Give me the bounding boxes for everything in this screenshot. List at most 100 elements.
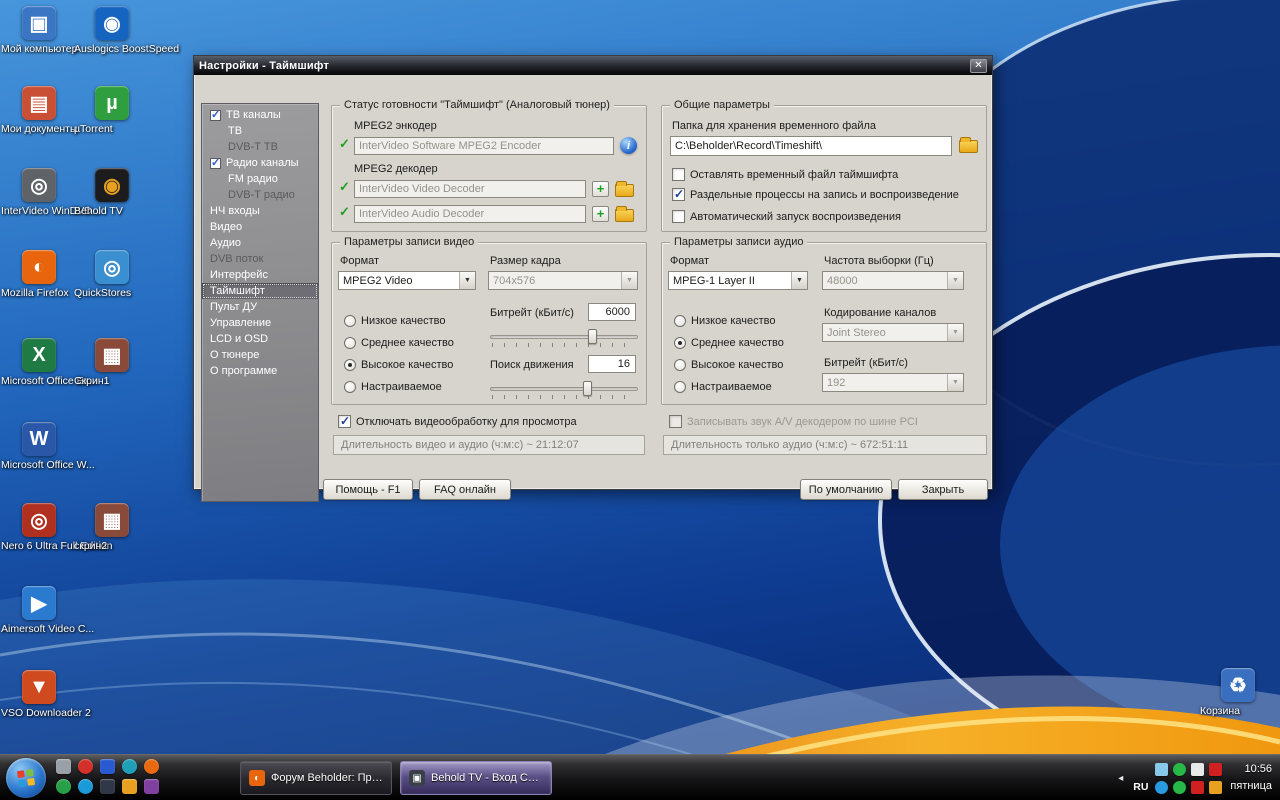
radio-icon[interactable] [344,359,356,371]
tree-item-lcd-osd[interactable]: LCD и OSD [202,331,318,347]
update-icon[interactable] [1155,763,1168,776]
checkbox-icon[interactable] [210,158,221,169]
volume-icon[interactable] [1173,781,1186,794]
tree-item-fm-radio[interactable]: FM радио [202,171,318,187]
checkbox-separate-processes[interactable]: Раздельные процессы на запись и воспроиз… [672,188,959,201]
network-icon[interactable] [1155,781,1168,794]
browse-folder-icon[interactable] [615,184,634,197]
radio-audio-quality-high[interactable]: Высокое качество [674,359,783,371]
checkbox-auto-playback[interactable]: Автоматический запуск воспроизведения [672,210,901,223]
media-player-icon[interactable] [100,779,115,794]
radio-audio-quality-custom[interactable]: Настраиваемое [674,381,772,393]
temp-folder-input[interactable] [670,136,952,156]
radio-icon[interactable] [674,359,686,371]
desktop-icon-auslogics[interactable]: ◉ Auslogics BoostSpeed [74,6,150,43]
taskbar-clock[interactable]: 10:56 пятница [1230,761,1278,795]
info-icon[interactable] [620,137,637,154]
checkbox-icon[interactable] [672,188,685,201]
desktop-icon-screenshot2[interactable]: ▦ скрин2 [74,503,150,540]
help-button[interactable]: Помощь - F1 [323,479,413,500]
desktop-icon-vso[interactable]: ▼ VSO Downloader 2 [1,670,77,707]
tree-item-lf-inputs[interactable]: НЧ входы [202,203,318,219]
desktop-icon-aimersoft[interactable]: ▶ Aimersoft Video C... [1,586,77,623]
desktop-icon-quickstores[interactable]: ◎ QuickStores [74,250,150,287]
webmoney-icon[interactable] [56,779,71,794]
desktop-icon-recycle-bin[interactable]: ♻ Корзина [1200,668,1276,705]
tree-item-interface[interactable]: Интерфейс [202,267,318,283]
tree-item-audio[interactable]: Аудио [202,235,318,251]
desktop-icon-utorrent[interactable]: µ µTorrent [74,86,150,123]
webmoney-tray-icon[interactable] [1173,763,1186,776]
close-icon[interactable]: ✕ [970,59,987,73]
radio-video-quality-low[interactable]: Низкое качество [344,315,446,327]
opera-icon[interactable] [78,759,93,774]
browse-folder-icon[interactable] [615,209,634,222]
radio-video-quality-custom[interactable]: Настраиваемое [344,381,442,393]
tree-item-video[interactable]: Видео [202,219,318,235]
radio-video-quality-high[interactable]: Высокое качество [344,359,453,371]
checkbox-disable-video-processing[interactable]: Отключать видеообработку для просмотра [338,415,577,428]
radio-audio-quality-low[interactable]: Низкое качество [674,315,776,327]
save-icon[interactable] [100,759,115,774]
desktop-icon-behold-tv[interactable]: ◉ Behold TV [74,168,150,205]
antivirus-icon[interactable] [1191,763,1204,776]
flag-icon[interactable] [1209,763,1222,776]
tree-item-remote[interactable]: Пульт ДУ [202,299,318,315]
select-codec-icon[interactable] [592,206,609,222]
tree-item-timeshift[interactable]: Таймшифт [202,283,318,299]
radio-icon[interactable] [674,337,686,349]
checkbox-icon[interactable] [672,210,685,223]
radio-icon[interactable] [344,315,356,327]
dialog-titlebar[interactable]: Настройки - Таймшифт ✕ [194,56,992,75]
taskbar-task-beholder-forum[interactable]: ◐ Форум Beholder: Про... [240,761,392,795]
video-format-dropdown[interactable]: MPEG2 Video ▼ [338,271,476,290]
checkbox-icon[interactable] [338,415,351,428]
audio-format-dropdown[interactable]: MPEG-1 Layer II ▼ [668,271,808,290]
desktop-icon-word[interactable]: W Microsoft Office W... [1,422,77,459]
tree-item-tv[interactable]: ТВ [202,123,318,139]
show-desktop-icon[interactable] [56,759,71,774]
taskbar-task-behold-tv[interactable]: ▣ Behold TV - Вход Со... [400,761,552,795]
slider-track[interactable] [490,387,638,391]
messenger-icon[interactable] [1191,781,1204,794]
desktop-icon-firefox[interactable]: ◐ Mozilla Firefox [1,250,77,287]
checkbox-icon[interactable] [210,110,221,121]
tree-item-about-tuner[interactable]: О тюнере [202,347,318,363]
motion-search-slider[interactable] [490,381,638,403]
browse-folder-icon[interactable] [959,140,978,153]
slider-thumb[interactable] [588,329,597,344]
slider-track[interactable] [490,335,638,339]
desktop-icon-excel[interactable]: X Microsoft Office Ex... [1,338,77,375]
video-bitrate-slider[interactable] [490,329,638,351]
radio-audio-quality-medium[interactable]: Среднее качество [674,337,784,349]
tree-item-about-program[interactable]: О программе [202,363,318,379]
tree-item-tv-channels[interactable]: ТВ каналы [202,107,318,123]
mail-icon[interactable] [122,779,137,794]
chevron-down-icon[interactable]: ▼ [459,272,475,289]
tree-item-control[interactable]: Управление [202,315,318,331]
start-button[interactable] [6,758,46,798]
desktop-icon-my-computer[interactable]: ▣ Мой компьютер [1,6,77,43]
checkbox-icon[interactable] [672,168,685,181]
hide-tray-icons-icon[interactable]: ◂ [1118,772,1123,785]
scheduler-icon[interactable] [1209,781,1222,794]
radio-icon[interactable] [674,315,686,327]
radio-video-quality-medium[interactable]: Среднее качество [344,337,454,349]
desktop-icon-screenshot1[interactable]: ▦ Скрин1 [74,338,150,375]
language-indicator[interactable]: RU [1131,781,1150,793]
checkbox-keep-temp-file[interactable]: Оставлять временный файл таймшифта [672,168,898,181]
select-codec-icon[interactable] [592,181,609,197]
radio-icon[interactable] [344,337,356,349]
desktop-icon-nero[interactable]: ◎ Nero 6 Ultra Full Edition [1,503,77,540]
skype-icon[interactable] [78,779,93,794]
faq-button[interactable]: FAQ онлайн [419,479,511,500]
slider-thumb[interactable] [583,381,592,396]
radio-icon[interactable] [344,381,356,393]
radio-icon[interactable] [674,381,686,393]
desktop-icon-windvd[interactable]: ◎ InterVideo WinDVD... [1,168,77,205]
firefox-icon[interactable] [144,759,159,774]
downloader-icon[interactable] [144,779,159,794]
quicktime-icon[interactable] [122,759,137,774]
close-button[interactable]: Закрыть [898,479,988,500]
defaults-button[interactable]: По умолчанию [800,479,892,500]
